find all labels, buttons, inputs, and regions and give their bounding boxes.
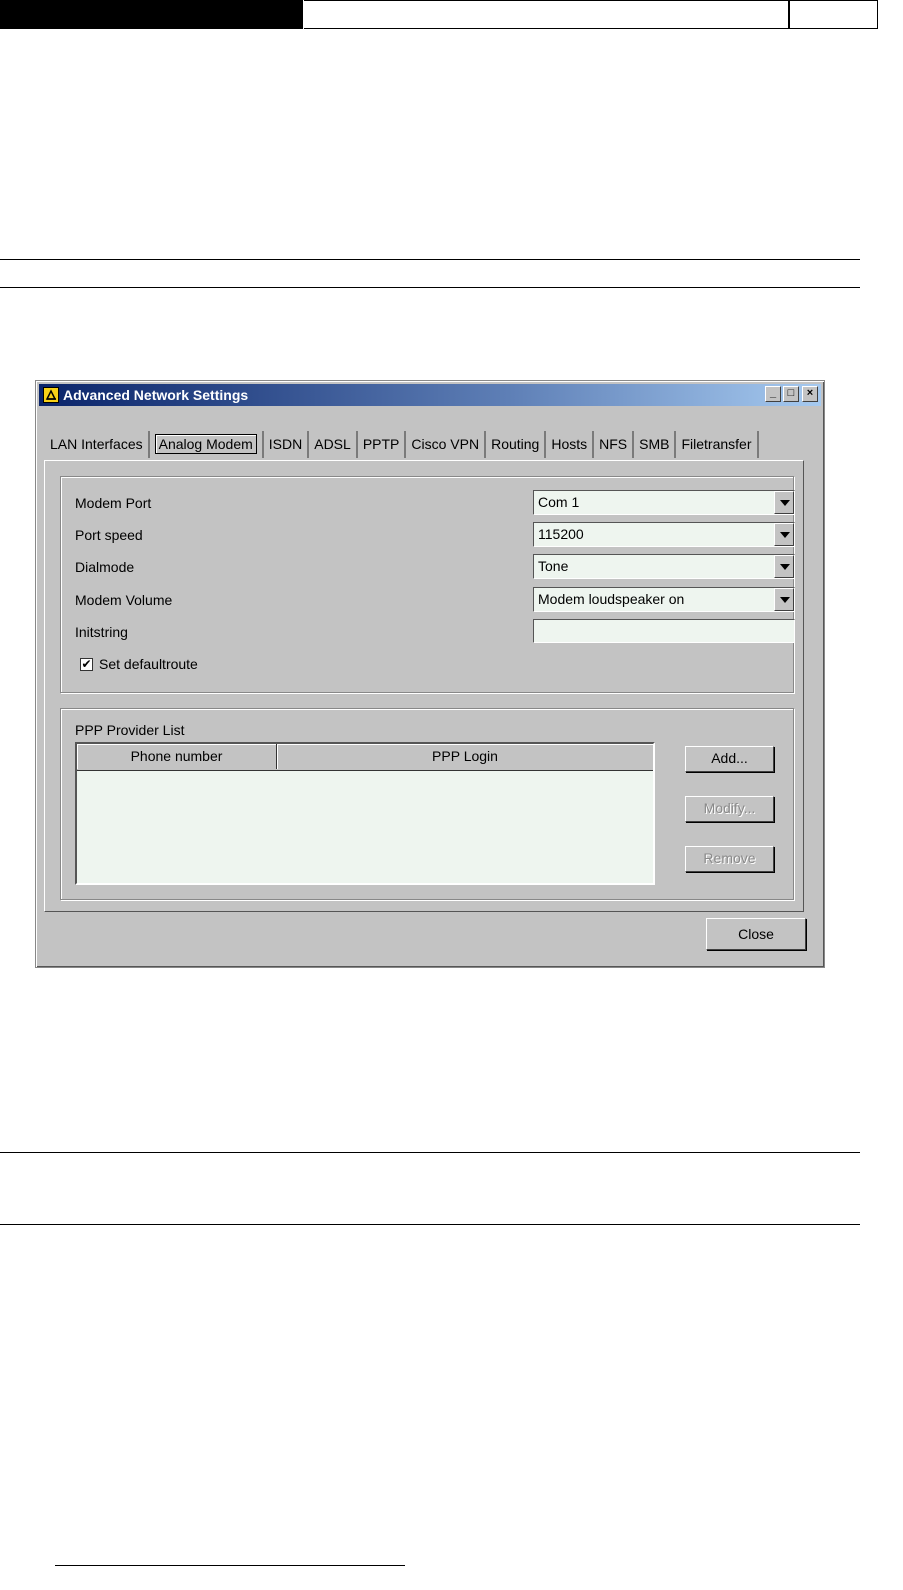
- chevron-down-icon[interactable]: [774, 523, 794, 546]
- header-middle-cell: [304, 0, 789, 29]
- dialmode-label: Dialmode: [75, 559, 135, 575]
- chevron-down-icon[interactable]: [774, 491, 794, 514]
- tab-hosts[interactable]: Hosts: [546, 431, 595, 458]
- tab-routing[interactable]: Routing: [486, 431, 547, 458]
- footer-line: [55, 1565, 405, 1566]
- table-header: Phone number PPP Login: [77, 744, 653, 771]
- divider-line: [0, 259, 860, 260]
- modem-port-select[interactable]: Com 1: [533, 490, 795, 515]
- tab-filetransfer[interactable]: Filetransfer: [676, 431, 759, 458]
- port-speed-value: 115200: [538, 526, 584, 542]
- header-black-block: [0, 0, 303, 29]
- advanced-network-settings-window: Advanced Network Settings _ □ × LAN Inte…: [35, 380, 825, 968]
- dialmode-value: Tone: [538, 558, 569, 574]
- document-header: [0, 0, 878, 29]
- tab-pptp[interactable]: PPTP: [358, 431, 407, 458]
- chevron-down-icon[interactable]: [774, 588, 794, 611]
- port-speed-select[interactable]: 115200: [533, 522, 795, 547]
- title-bar[interactable]: Advanced Network Settings _ □ ×: [39, 384, 821, 406]
- divider-line: [0, 287, 860, 288]
- modem-port-label: Modem Port: [75, 495, 152, 511]
- column-header-ppp-login[interactable]: PPP Login: [277, 744, 653, 769]
- app-icon: [43, 387, 59, 403]
- tab-analog-modem[interactable]: Analog Modem: [150, 431, 264, 458]
- modem-volume-value: Modem loudspeaker on: [538, 591, 685, 607]
- close-icon[interactable]: ×: [802, 386, 818, 402]
- remove-button[interactable]: Remove: [685, 846, 774, 872]
- initstring-label: Initstring: [75, 624, 128, 640]
- divider-line: [0, 1224, 860, 1225]
- divider-line: [0, 1152, 860, 1153]
- tab-smb[interactable]: SMB: [634, 431, 677, 458]
- modem-volume-select[interactable]: Modem loudspeaker on: [533, 587, 795, 612]
- initstring-input[interactable]: [533, 619, 795, 643]
- ppp-provider-group: PPP Provider List Phone number PPP Login…: [60, 708, 794, 900]
- tab-bar: LAN Interfaces Analog Modem ISDN ADSL PP…: [45, 431, 759, 459]
- port-speed-label: Port speed: [75, 527, 143, 543]
- close-button[interactable]: Close: [706, 918, 806, 950]
- tab-adsl[interactable]: ADSL: [309, 431, 358, 458]
- tab-cisco-vpn[interactable]: Cisco VPN: [406, 431, 487, 458]
- add-button[interactable]: Add...: [685, 746, 774, 772]
- maximize-icon[interactable]: □: [783, 386, 799, 402]
- modem-settings-group: Modem Port Com 1 Port speed 115200 Dialm…: [60, 476, 795, 693]
- modem-volume-label: Modem Volume: [75, 592, 173, 608]
- modify-button[interactable]: Modify...: [685, 796, 774, 822]
- set-defaultroute-checkbox[interactable]: ✔: [80, 658, 93, 671]
- chevron-down-icon[interactable]: [774, 555, 794, 578]
- header-right-cell: [789, 0, 878, 29]
- ppp-provider-list-title: PPP Provider List: [75, 722, 185, 738]
- tab-lan-interfaces[interactable]: LAN Interfaces: [45, 431, 150, 458]
- column-header-phone-number[interactable]: Phone number: [77, 744, 277, 769]
- ppp-provider-table[interactable]: Phone number PPP Login: [75, 742, 655, 885]
- analog-modem-pane: Modem Port Com 1 Port speed 115200 Dialm…: [44, 460, 804, 912]
- tab-isdn[interactable]: ISDN: [264, 431, 310, 458]
- minimize-icon[interactable]: _: [765, 386, 781, 402]
- dialmode-select[interactable]: Tone: [533, 554, 795, 579]
- tab-nfs[interactable]: NFS: [594, 431, 635, 458]
- window-title: Advanced Network Settings: [63, 387, 249, 403]
- set-defaultroute-label: Set defaultroute: [99, 656, 198, 672]
- modem-port-value: Com 1: [538, 494, 580, 510]
